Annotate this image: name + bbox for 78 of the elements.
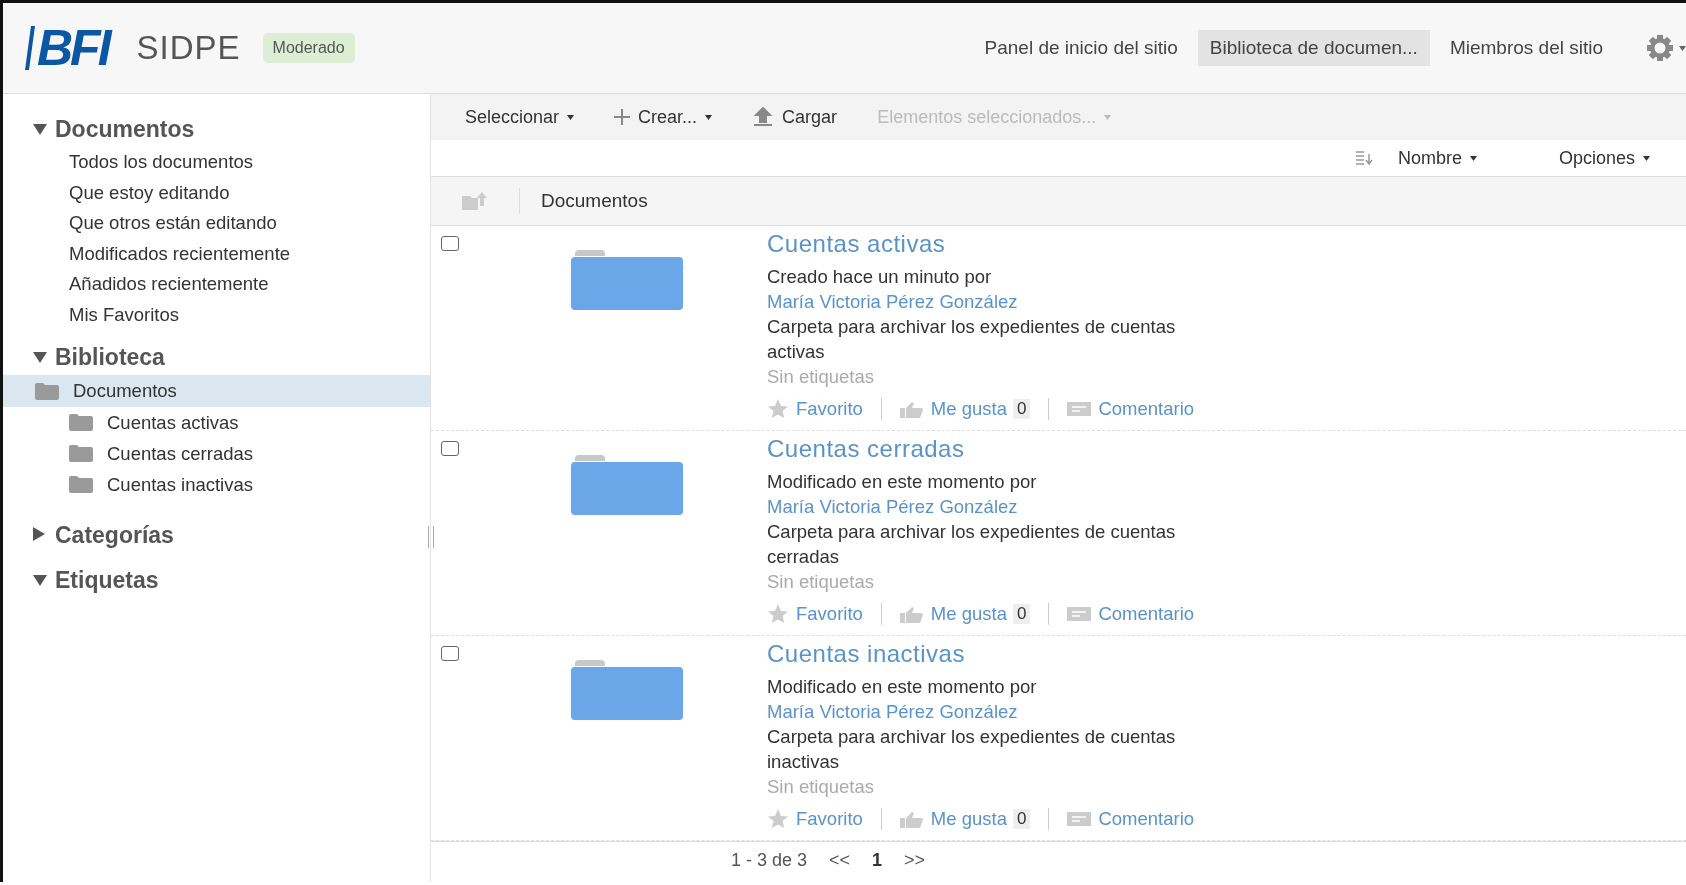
checkbox[interactable] [441,441,459,456]
folder-up-icon[interactable] [462,192,488,210]
like-count: 0 [1012,809,1031,829]
folder-icon[interactable] [571,453,683,515]
toolbar-button[interactable]: Cargar [752,106,838,128]
collapsed-triangle-icon [33,527,45,541]
modified-info: Creado hace un minuto por María Victoria Pérez González [767,265,1019,314]
settings-menu[interactable] [1645,33,1686,63]
sort-icon [1355,151,1374,165]
expanded-triangle-icon [33,575,47,586]
folder-icon[interactable] [571,658,683,720]
expanded-triangle-icon [33,124,47,135]
caret-icon [1643,155,1650,161]
section-header[interactable]: Documentos [3,116,430,143]
comment-icon [1067,812,1092,826]
folder-icon [69,445,93,462]
modified-info: Modificado en este momento por María Victoria Pérez González [767,675,1038,724]
plus-icon [614,109,631,125]
nav-tab[interactable]: Miembros del sitio [1437,30,1615,66]
upload-icon [752,107,775,127]
last-page-link[interactable]: >> [904,849,926,871]
folder-description: Carpeta para archivar los expedientes de cuentas cerradas [767,520,1177,569]
folder-icon [69,414,93,431]
star-icon [767,399,789,419]
nav-tab[interactable]: Panel de inicio del sitio [972,30,1190,66]
sort-button[interactable]: Nombre [1391,146,1483,170]
section-header[interactable]: Etiquetas [3,567,430,594]
site-title: SIDPE [136,29,241,67]
page-summary: 1 - 3 de 3 [731,849,808,871]
logo: BFI [25,19,109,77]
like-count: 0 [1012,604,1031,624]
folder-description: Carpeta para archivar los expedientes de cuentas activas [767,315,1177,364]
filter-link[interactable]: Mis Favoritos [3,299,430,330]
tags-text: Sin etiquetas [767,570,875,594]
first-page-link[interactable]: << [829,849,851,871]
options-button[interactable]: Opciones [1552,146,1656,170]
folder-icon [69,476,93,493]
nav-tab[interactable]: Biblioteca de documen... [1197,30,1430,66]
toolbar-button[interactable]: Seleccionar [465,106,575,128]
star-icon [767,809,789,829]
toolbar-button[interactable]: Crear... [614,106,713,128]
folder-icon[interactable] [571,248,683,310]
section-header[interactable]: Biblioteca [3,344,430,371]
settings-icon [1645,33,1675,63]
tree-item[interactable]: Cuentas cerradas [3,438,430,469]
filter-link[interactable]: Que otros están editando [3,208,430,239]
folder-description: Carpeta para archivar los expedientes de cuentas inactivas [767,725,1177,774]
comment-icon [1067,402,1092,416]
tree-item[interactable]: Cuentas activas [3,407,430,438]
thumbs-up-icon [899,605,924,623]
section-header[interactable]: Categorías [3,522,430,549]
filter-link[interactable]: Añadidos recientemente [3,269,430,300]
expanded-triangle-icon [33,352,47,363]
caret-icon [567,114,575,120]
filter-link[interactable]: Que estoy editando [3,177,430,208]
caret-icon [1469,155,1477,161]
thumbs-up-icon [899,810,924,828]
filter-link[interactable]: Todos los documentos [3,147,430,178]
like-count: 0 [1012,399,1031,419]
folder-icon [35,382,59,400]
page-number[interactable]: 1 [872,849,883,871]
caret-icon [1104,114,1112,120]
filter-link[interactable]: Modificados recientemente [3,238,430,269]
resize-handle[interactable] [428,526,434,548]
tags-text: Sin etiquetas [767,365,875,389]
status-badge: Moderado [262,33,355,63]
tree-item[interactable]: Cuentas inactivas [3,469,430,500]
breadcrumb: Documentos [540,190,648,212]
caret-icon [1679,45,1686,51]
caret-icon [705,114,713,120]
star-icon [767,604,789,624]
thumbs-up-icon [899,400,924,418]
checkbox[interactable] [441,646,459,661]
modified-info: Modificado en este momento por María Victoria Pérez González [767,470,1038,519]
tree-item[interactable]: Documentos [3,375,430,407]
tags-text: Sin etiquetas [767,775,875,799]
comment-icon [1067,607,1092,621]
checkbox[interactable] [441,236,459,251]
